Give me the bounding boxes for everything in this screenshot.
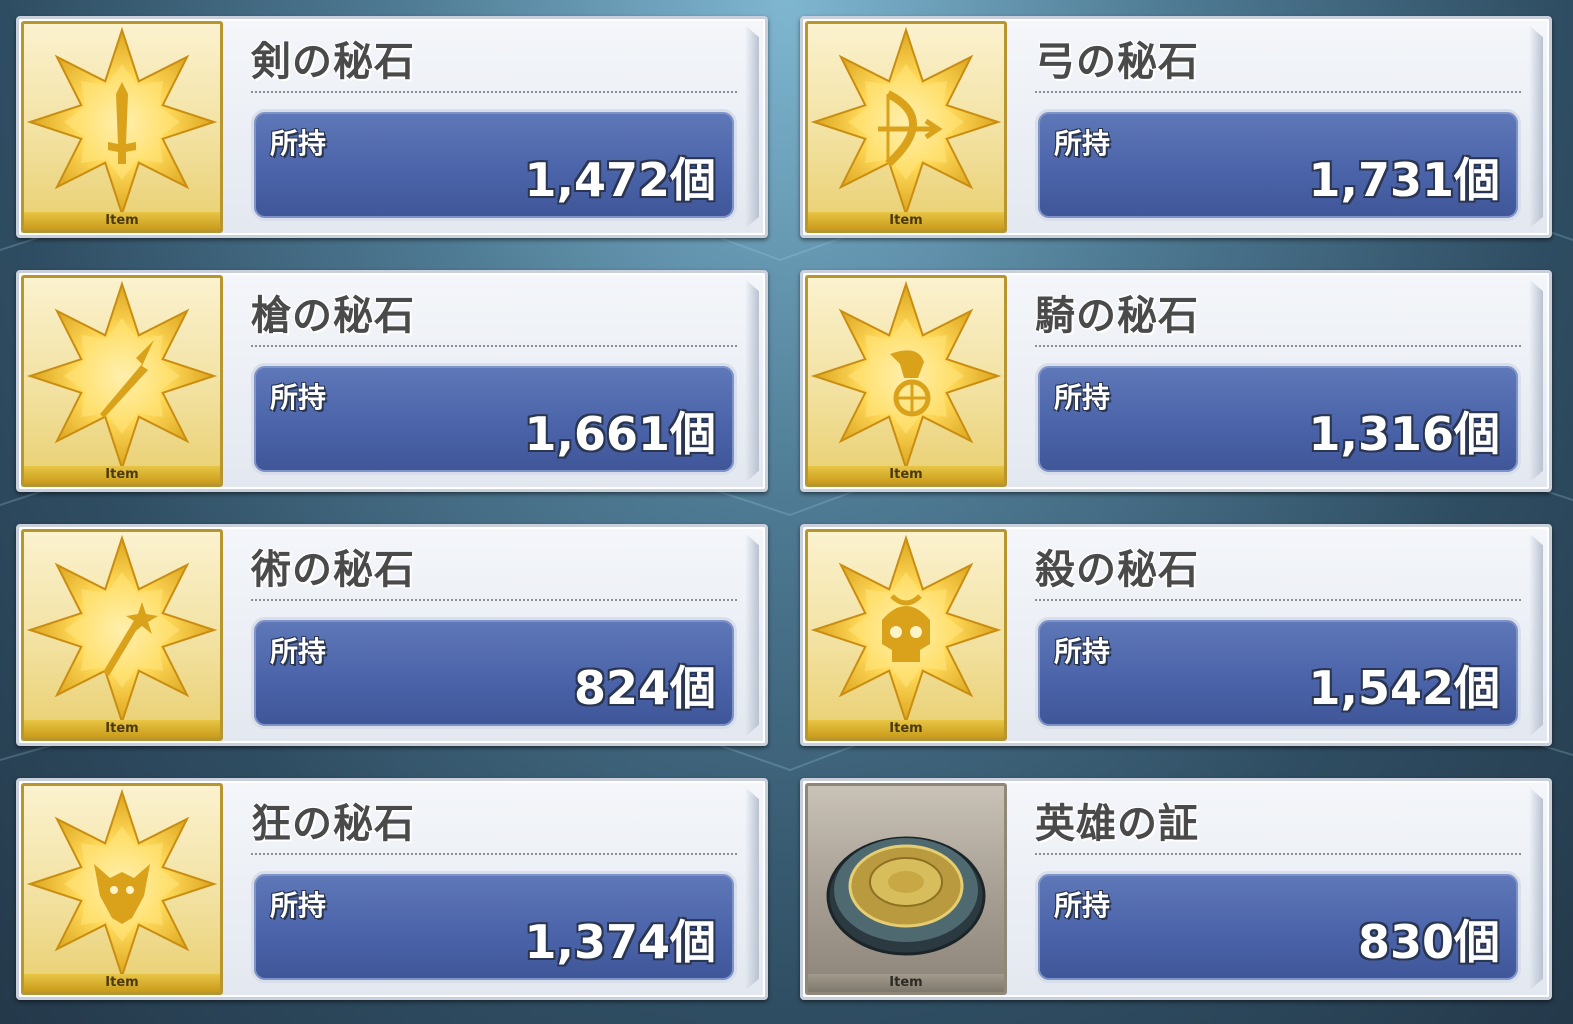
divider (1035, 853, 1521, 855)
owned-count: 1,316個 (1308, 407, 1500, 461)
owned-label: 所持 (1054, 889, 1111, 922)
owned-count-panel: 所持 1,661個 (251, 363, 737, 475)
item-icon-frame[interactable]: Item (21, 529, 223, 741)
owned-count: 1,472個 (524, 153, 716, 207)
divider (1035, 345, 1521, 347)
item-icon-frame[interactable]: Item (21, 783, 223, 995)
item-name: 殺の秘石 (1035, 547, 1199, 593)
item-card[interactable]: Item 狂の秘石所持 1,374個 (16, 778, 768, 1000)
item-icon-frame[interactable]: Item (21, 21, 223, 233)
divider (251, 599, 737, 601)
divider (1035, 91, 1521, 93)
item-name: 狂の秘石 (251, 801, 415, 847)
item-card[interactable]: Item 槍の秘石所持 1,661個 (16, 270, 768, 492)
item-icon-frame[interactable]: Item (805, 275, 1007, 487)
item-card[interactable]: Item 術の秘石所持 824個 (16, 524, 768, 746)
item-name: 剣の秘石 (251, 39, 415, 85)
item-type-label: Item (24, 212, 220, 230)
item-icon-frame[interactable]: Item (805, 21, 1007, 233)
divider (251, 853, 737, 855)
item-icon-frame[interactable]: Item (21, 275, 223, 487)
item-card[interactable]: Item 英雄の証所持 830個 (800, 778, 1552, 1000)
owned-count: 824個 (573, 661, 716, 715)
owned-count-panel: 所持 1,542個 (1035, 617, 1521, 729)
owned-label: 所持 (1054, 127, 1111, 160)
item-card[interactable]: Item 剣の秘石所持 1,472個 (16, 16, 768, 238)
divider (251, 91, 737, 93)
owned-label: 所持 (270, 127, 327, 160)
owned-label: 所持 (270, 635, 327, 668)
item-card[interactable]: Item 弓の秘石所持 1,731個 (800, 16, 1552, 238)
owned-label: 所持 (1054, 635, 1111, 668)
owned-label: 所持 (1054, 381, 1111, 414)
item-name: 騎の秘石 (1035, 293, 1199, 339)
item-type-label: Item (808, 720, 1004, 738)
item-name: 術の秘石 (251, 547, 415, 593)
owned-count-panel: 所持 1,316個 (1035, 363, 1521, 475)
item-name: 弓の秘石 (1035, 39, 1199, 85)
owned-label: 所持 (270, 889, 327, 922)
item-type-label: Item (24, 466, 220, 484)
owned-count: 1,374個 (524, 915, 716, 969)
owned-count: 1,731個 (1308, 153, 1500, 207)
item-card[interactable]: Item 騎の秘石所持 1,316個 (800, 270, 1552, 492)
item-icon-frame[interactable]: Item (805, 529, 1007, 741)
item-name: 槍の秘石 (251, 293, 415, 339)
item-icon-frame[interactable]: Item (805, 783, 1007, 995)
owned-count-panel: 所持 1,374個 (251, 871, 737, 983)
divider (1035, 599, 1521, 601)
owned-count: 830個 (1357, 915, 1500, 969)
item-type-label: Item (24, 720, 220, 738)
owned-count: 1,661個 (524, 407, 716, 461)
owned-label: 所持 (270, 381, 327, 414)
owned-count-panel: 所持 1,472個 (251, 109, 737, 221)
item-type-label: Item (24, 974, 220, 992)
owned-count-panel: 所持 830個 (1035, 871, 1521, 983)
item-type-label: Item (808, 212, 1004, 230)
item-card[interactable]: Item 殺の秘石所持 1,542個 (800, 524, 1552, 746)
item-type-label: Item (808, 974, 1004, 992)
owned-count: 1,542個 (1308, 661, 1500, 715)
owned-count-panel: 所持 824個 (251, 617, 737, 729)
divider (251, 345, 737, 347)
item-type-label: Item (808, 466, 1004, 484)
owned-count-panel: 所持 1,731個 (1035, 109, 1521, 221)
item-name: 英雄の証 (1035, 801, 1199, 847)
